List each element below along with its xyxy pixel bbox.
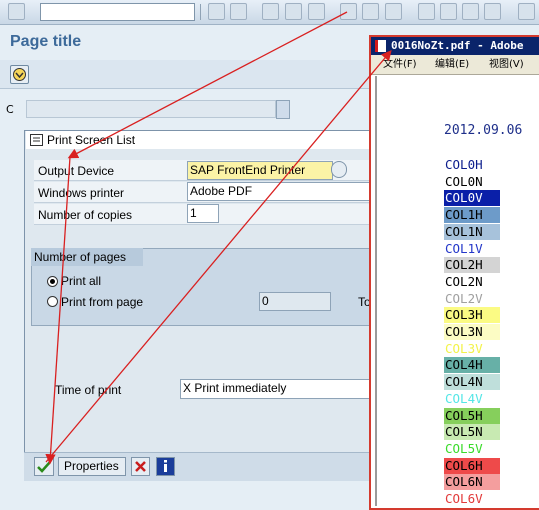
color-swatch-col5h: COL5H [444, 407, 500, 424]
color-swatch-col0n: COL0N [444, 173, 500, 190]
cancel-icon[interactable] [308, 3, 325, 20]
prev-page-icon[interactable] [440, 3, 457, 20]
print-icon[interactable] [340, 3, 357, 20]
cancel-button[interactable] [131, 457, 150, 476]
cancel-icon [135, 461, 146, 472]
first-page-icon[interactable] [418, 3, 435, 20]
print-all-radio[interactable] [47, 276, 58, 287]
info-icon [164, 460, 167, 472]
exit-icon[interactable] [285, 3, 302, 20]
color-swatch-col1h: COL1H [444, 207, 500, 224]
pdf-date: 2012.09.06 [444, 123, 523, 138]
last-page-icon[interactable] [484, 3, 501, 20]
pdf-title: 0016NoZt.pdf - Adobe [391, 39, 524, 52]
menu-edit[interactable]: 编辑(E) [435, 55, 469, 74]
windows-printer-label: Windows printer [38, 186, 125, 200]
color-swatch-col3h: COL3H [444, 307, 500, 324]
nav-back-icon[interactable] [262, 3, 279, 20]
page-title: Page title [10, 33, 82, 50]
print-from-radio[interactable] [47, 296, 58, 307]
pdf-page-edge [375, 76, 377, 506]
color-swatch-col4h: COL4H [444, 357, 500, 374]
color-swatch-col3n: COL3N [444, 324, 500, 340]
pdf-menubar: 文件(F) 编辑(E) 视图(V) [371, 55, 539, 75]
c-input-field[interactable] [26, 100, 276, 118]
menu-view[interactable]: 视图(V) [489, 55, 524, 74]
time-of-print-label: Time of print [55, 383, 122, 397]
print-all-label: Print all [61, 274, 102, 288]
continue-button[interactable] [34, 457, 54, 476]
properties-button[interactable]: Properties [58, 457, 126, 476]
color-swatch-col1v: COL1V [444, 240, 500, 257]
find-icon[interactable] [362, 3, 379, 20]
time-of-print-field[interactable]: X Print immediately [180, 379, 376, 399]
output-device-label: Output Device [38, 164, 115, 178]
execute-icon [13, 68, 26, 81]
find-next-icon[interactable] [385, 3, 402, 20]
color-swatch-col1n: COL1N [444, 223, 500, 240]
pages-group-tab: Number of pages [31, 248, 143, 266]
next-page-icon[interactable] [462, 3, 479, 20]
output-device-field[interactable]: SAP FrontEnd Printer [187, 161, 333, 180]
print-from-field[interactable]: 0 [259, 292, 331, 311]
pdf-titlebar: 0016NoZt.pdf - Adobe [371, 37, 539, 55]
color-swatch-col0v: COL0V [444, 190, 500, 207]
color-swatch-col2v: COL2V [444, 290, 500, 307]
color-swatch-col0h: COL0H [444, 157, 500, 173]
execute-button[interactable] [10, 65, 29, 84]
device-search-icon[interactable] [331, 161, 347, 178]
color-swatch-col6n: COL6N [444, 474, 500, 491]
c-field-label: C [6, 103, 14, 116]
print-from-label: Print from page [61, 295, 144, 309]
color-swatch-col2n: COL2N [444, 273, 500, 290]
color-swatch-col3v: COL3V [444, 340, 500, 357]
pdf-file-icon [375, 40, 386, 52]
color-swatch-col5v: COL5V [444, 440, 500, 457]
color-swatch-col6h: COL6H [444, 457, 500, 474]
toolbar-separator [200, 4, 201, 20]
properties-label: Properties [64, 459, 119, 473]
color-swatch-col6v: COL6V [444, 491, 500, 507]
back-icon[interactable] [208, 3, 225, 20]
checkmark-icon [37, 461, 51, 473]
copies-field[interactable]: 1 [187, 204, 219, 223]
menu-file[interactable]: 文件(F) [383, 55, 417, 74]
c-field-help[interactable] [276, 100, 290, 119]
command-field[interactable] [40, 3, 195, 21]
layout-icon[interactable] [518, 3, 535, 20]
dialog-title: Print Screen List [47, 133, 136, 147]
color-swatch-col2h: COL2H [444, 257, 500, 274]
list-icon [30, 134, 43, 146]
checkmark-icon[interactable] [8, 3, 25, 20]
color-swatch-col5n: COL5N [444, 424, 500, 441]
windows-printer-field[interactable]: Adobe PDF [187, 182, 377, 201]
dialog-titlebar: Print Screen List [26, 131, 376, 149]
color-swatch-col4n: COL4N [444, 374, 500, 391]
copies-label: Number of copies [38, 208, 133, 222]
pages-group-label: Number of pages [34, 250, 127, 264]
color-swatch-col4v: COL4V [444, 390, 500, 407]
save-icon[interactable] [230, 3, 247, 20]
info-button[interactable] [156, 457, 175, 476]
